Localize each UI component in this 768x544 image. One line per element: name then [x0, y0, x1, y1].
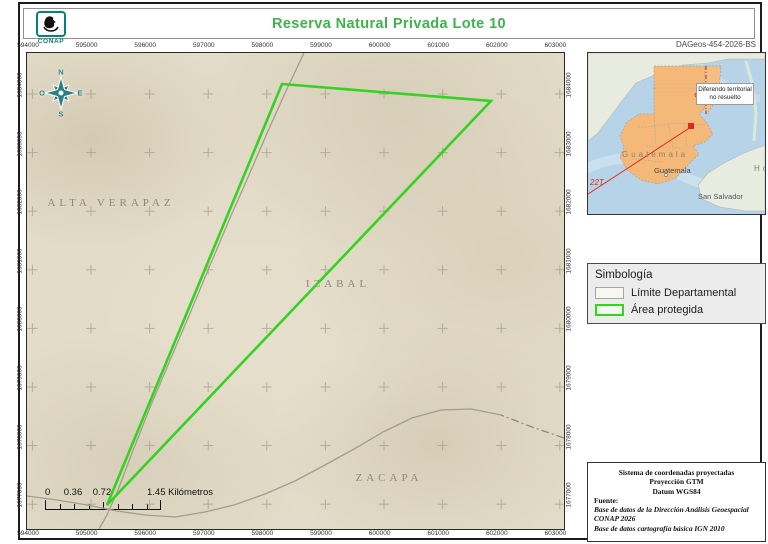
y-axis-label: 1678000 — [566, 424, 573, 449]
x-axis-label: 598000 — [252, 42, 274, 49]
inset-land-southeast — [698, 145, 765, 211]
inset-capital-label: Guatemala — [654, 166, 691, 175]
locator-inset-map: Diferendo territorial no resuelto Guatem… — [587, 52, 766, 215]
legend-panel: Simbología Límite Departamental Área pro… — [587, 263, 766, 324]
territorial-dispute-note: Diferendo territorial no resuelto — [696, 83, 754, 105]
x-axis-label: 600000 — [369, 530, 391, 537]
main-map: ALTA VERAPAZ IZABAL ZACAPA N E S — [26, 52, 565, 530]
x-axis-label: 597000 — [193, 42, 215, 49]
crs-title: Sistema de coordenadas proyectadas — [588, 468, 765, 477]
legend-item-area-protegida: Área protegida — [595, 304, 703, 316]
compass-west-label: O — [39, 89, 45, 98]
inset-grid-zone-label: 22T — [590, 178, 604, 187]
inset-map-layers — [588, 53, 765, 214]
reserve-location-marker — [688, 123, 694, 129]
x-axis-label: 603000 — [545, 530, 567, 537]
inset-honduras-label: Ho — [754, 164, 766, 173]
y-axis-label: 1678000 — [17, 424, 24, 449]
source-line: CONAP 2026 — [594, 514, 759, 523]
compass-south-label: S — [58, 110, 63, 119]
y-axis-label: 1682000 — [17, 190, 24, 215]
compass-rose: N E S O — [39, 67, 83, 119]
y-axis-label: 1681000 — [17, 248, 24, 273]
y-axis-label: 1682000 — [566, 190, 573, 215]
map-layers — [27, 53, 564, 529]
source-heading: Fuente: — [594, 496, 759, 505]
x-axis-label: 597000 — [193, 530, 215, 537]
source-line: Base de datos cartografía básica IGN 201… — [594, 524, 759, 533]
y-axis-label: 1683000 — [566, 131, 573, 156]
x-axis-top: 5940005950005960005970005980005990006000… — [26, 42, 563, 51]
page-title: Reserva Natural Privada Lote 10 — [24, 16, 754, 32]
inset-san-salvador-label: San Salvador — [698, 192, 743, 201]
quetzal-icon — [36, 11, 66, 37]
y-axis-left: 1684000 1683000 1682000 1681000 1680000 16790… — [15, 52, 25, 528]
x-axis-label: 595000 — [76, 530, 98, 537]
x-axis-label: 595000 — [76, 42, 98, 49]
source-line: Base de datos de la Dirección Análisis G… — [594, 505, 759, 514]
y-axis-label: 1677000 — [17, 483, 24, 508]
credits-panel: Sistema de coordenadas proyectadas Proye… — [587, 462, 766, 542]
x-axis-label: 598000 — [252, 530, 274, 537]
map-document: Reserva Natural Privada Lote 10 CONAP DA… — [0, 0, 768, 544]
department-boundary-swatch — [595, 287, 624, 299]
x-axis-label: 601000 — [427, 530, 449, 537]
y-axis-label: 1680000 — [17, 307, 24, 332]
compass-east-label: E — [77, 89, 82, 98]
x-axis-label: 599000 — [310, 42, 332, 49]
projection-label: Proyección GTM — [588, 477, 765, 486]
x-axis-label: 603000 — [545, 42, 567, 49]
x-axis-label: 596000 — [134, 530, 156, 537]
x-axis-label: 602000 — [486, 530, 508, 537]
y-axis-right: 1684000 1683000 1682000 1681000 1680000 16790… — [564, 52, 574, 528]
y-axis-label: 1683000 — [17, 131, 24, 156]
y-axis-label: 1684000 — [17, 72, 24, 97]
y-axis-label: 1681000 — [566, 248, 573, 273]
x-axis-bottom: 5940005950005960005970005980005990006000… — [26, 530, 563, 539]
x-axis-label: 601000 — [427, 42, 449, 49]
x-axis-label: 599000 — [310, 530, 332, 537]
inset-country-label: Guatemala — [622, 150, 688, 159]
graticule-crosses — [27, 53, 564, 529]
title-bar: Reserva Natural Privada Lote 10 CONAP — [23, 8, 755, 39]
legend-item-limite-departamental: Límite Departamental — [595, 287, 736, 299]
legend-title: Simbología — [595, 269, 653, 281]
document-code: DAGeos-454-2026-BS — [560, 40, 756, 49]
compass-north-label: N — [58, 68, 63, 77]
legend-item-label: Área protegida — [631, 304, 703, 316]
datum-label: Datum WGS84 — [588, 487, 765, 496]
y-axis-label: 1677000 — [566, 483, 573, 508]
y-axis-label: 1679000 — [17, 365, 24, 390]
legend-item-label: Límite Departamental — [631, 287, 736, 299]
protected-area-swatch — [595, 304, 624, 316]
y-axis-label: 1680000 — [566, 307, 573, 332]
x-axis-label: 602000 — [486, 42, 508, 49]
x-axis-label: 600000 — [369, 42, 391, 49]
x-axis-label: 596000 — [134, 42, 156, 49]
y-axis-label: 1679000 — [566, 365, 573, 390]
x-axis-label: 594000 — [17, 530, 39, 537]
y-axis-label: 1684000 — [566, 72, 573, 97]
x-axis-label: 594000 — [17, 42, 39, 49]
